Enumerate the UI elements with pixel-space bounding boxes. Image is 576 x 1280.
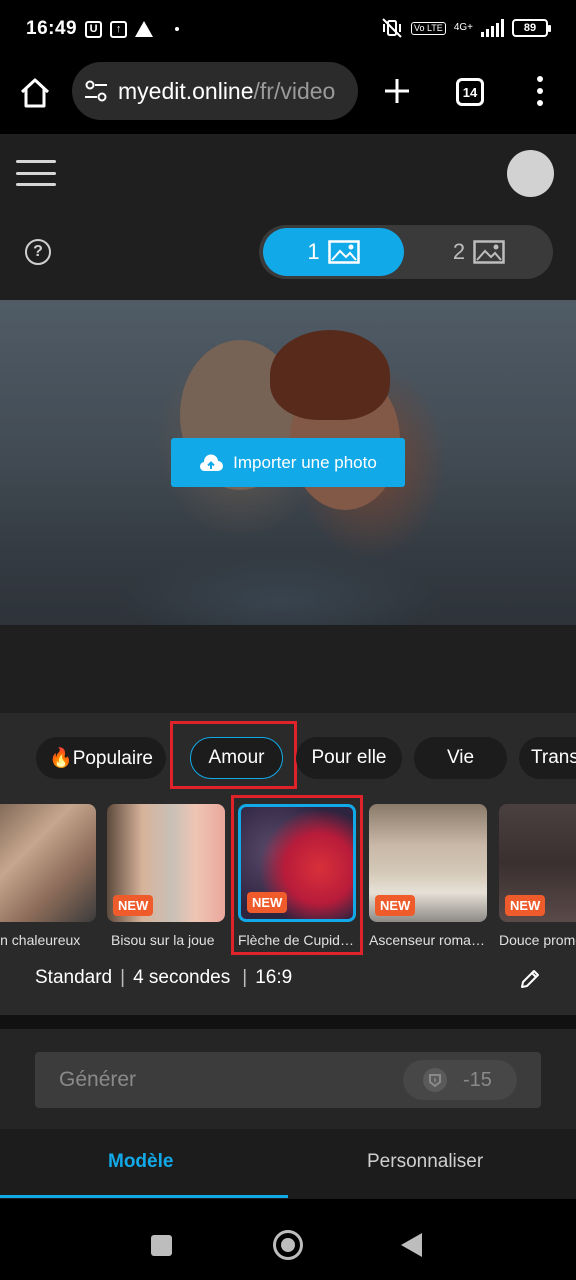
status-icons-left: U ↑ bbox=[85, 20, 180, 38]
duration-value: 4 secondes bbox=[133, 967, 231, 988]
template-thumb-warm-hug[interactable] bbox=[0, 804, 96, 922]
tab-customize[interactable]: Personnaliser bbox=[367, 1151, 483, 1173]
app-header bbox=[0, 134, 576, 214]
address-bar[interactable]: myedit.online/fr/video bbox=[72, 62, 358, 120]
photo-preview: Importer une photo bbox=[0, 300, 576, 625]
url-path: /fr/video bbox=[253, 77, 336, 104]
image-icon bbox=[327, 240, 360, 264]
battery-level: 89 bbox=[523, 22, 537, 34]
hamburger-menu-icon[interactable] bbox=[16, 160, 56, 186]
vibrate-off-icon bbox=[382, 18, 402, 38]
toggle-two-images[interactable]: 2 bbox=[409, 228, 549, 276]
status-bar: 16:49 U ↑ Vo LTE 4G+ 89 bbox=[0, 0, 576, 58]
tab-model[interactable]: Modèle bbox=[108, 1151, 173, 1173]
template-thumb-sweet-walk[interactable]: NEW bbox=[499, 804, 576, 922]
template-thumb-cheek-kiss[interactable]: NEW bbox=[107, 804, 225, 922]
generate-label: Générer bbox=[59, 1068, 137, 1091]
quality-value: Standard bbox=[35, 967, 113, 988]
signal-icon bbox=[481, 19, 504, 37]
cloud-upload-icon bbox=[200, 453, 224, 471]
generate-button[interactable]: Générer -15 bbox=[35, 1052, 541, 1108]
video-settings-summary[interactable]: Standard | 4 secondes | 16:9 bbox=[35, 967, 292, 989]
help-icon[interactable]: ? bbox=[25, 239, 51, 265]
avatar[interactable] bbox=[507, 150, 554, 197]
credit-cost: -15 bbox=[403, 1060, 517, 1100]
category-for-her[interactable]: Pour elle bbox=[296, 737, 402, 779]
divider bbox=[0, 1015, 576, 1029]
back-icon[interactable] bbox=[401, 1233, 422, 1257]
status-icons-right: Vo LTE 4G+ 89 bbox=[381, 18, 551, 38]
tab-switcher-button[interactable]: 14 bbox=[456, 78, 484, 106]
toggle-one-label: 1 bbox=[307, 239, 320, 264]
template-label: Câlin chaleureux bbox=[0, 932, 81, 948]
import-photo-button[interactable]: Importer une photo bbox=[171, 438, 405, 487]
browser-menu-icon[interactable] bbox=[530, 76, 550, 106]
new-tab-icon[interactable] bbox=[380, 74, 414, 108]
upload-notification-icon: ↑ bbox=[110, 20, 128, 38]
new-badge: NEW bbox=[113, 895, 154, 916]
image-count-toggle: 1 2 bbox=[259, 225, 553, 279]
recent-apps-icon[interactable] bbox=[151, 1235, 172, 1256]
active-tab-indicator bbox=[0, 1195, 288, 1198]
credit-cost-value: -15 bbox=[463, 1068, 492, 1091]
highlight-box-category bbox=[170, 721, 297, 789]
network-type: 4G+ bbox=[453, 22, 473, 33]
generate-area: Générer -15 bbox=[0, 1029, 576, 1129]
new-badge: NEW bbox=[375, 895, 416, 916]
notification-dot-icon bbox=[175, 27, 180, 31]
spacer bbox=[0, 625, 576, 713]
battery-icon: 89 bbox=[512, 19, 551, 37]
category-trans[interactable]: Trans bbox=[519, 737, 576, 779]
u-app-icon: U bbox=[85, 20, 103, 38]
url-host: myedit.online bbox=[118, 77, 254, 104]
url-text: myedit.online/fr/video bbox=[118, 78, 335, 105]
category-popular[interactable]: 🔥Populaire bbox=[36, 737, 166, 779]
template-label: Bisou sur la joue bbox=[111, 932, 215, 948]
warning-icon bbox=[135, 21, 154, 37]
system-navigation-bar bbox=[0, 1199, 576, 1280]
separator: | bbox=[242, 967, 248, 988]
site-settings-icon[interactable] bbox=[82, 77, 110, 105]
template-panel: 🔥Populaire Amour Pour elle Vie Trans Câl… bbox=[0, 713, 576, 1015]
pencil-edit-icon[interactable] bbox=[519, 968, 541, 990]
browser-toolbar: myedit.online/fr/video 14 bbox=[0, 58, 576, 134]
separator: | bbox=[120, 967, 126, 988]
volte-icon: Vo LTE bbox=[410, 21, 446, 35]
mode-toolbar: ? 1 2 bbox=[0, 214, 576, 300]
template-label: Douce promenade bbox=[499, 932, 576, 948]
new-badge: NEW bbox=[505, 895, 546, 916]
import-photo-label: Importer une photo bbox=[233, 452, 377, 472]
toggle-two-label: 2 bbox=[452, 239, 466, 264]
status-time: 16:49 bbox=[26, 18, 78, 39]
credit-coin-icon bbox=[423, 1068, 447, 1092]
bottom-tab-bar: Modèle Personnaliser bbox=[0, 1129, 576, 1199]
template-label: Ascenseur romantique bbox=[369, 932, 485, 948]
image-icon bbox=[473, 240, 505, 264]
home-icon[interactable] bbox=[18, 76, 52, 110]
toggle-one-image[interactable]: 1 bbox=[263, 228, 404, 276]
category-life[interactable]: Vie bbox=[414, 737, 507, 779]
highlight-box-template bbox=[231, 795, 363, 955]
ratio-value: 16:9 bbox=[255, 967, 293, 988]
home-button-icon[interactable] bbox=[273, 1230, 303, 1260]
template-thumb-romantic-elevator[interactable]: NEW bbox=[369, 804, 487, 922]
